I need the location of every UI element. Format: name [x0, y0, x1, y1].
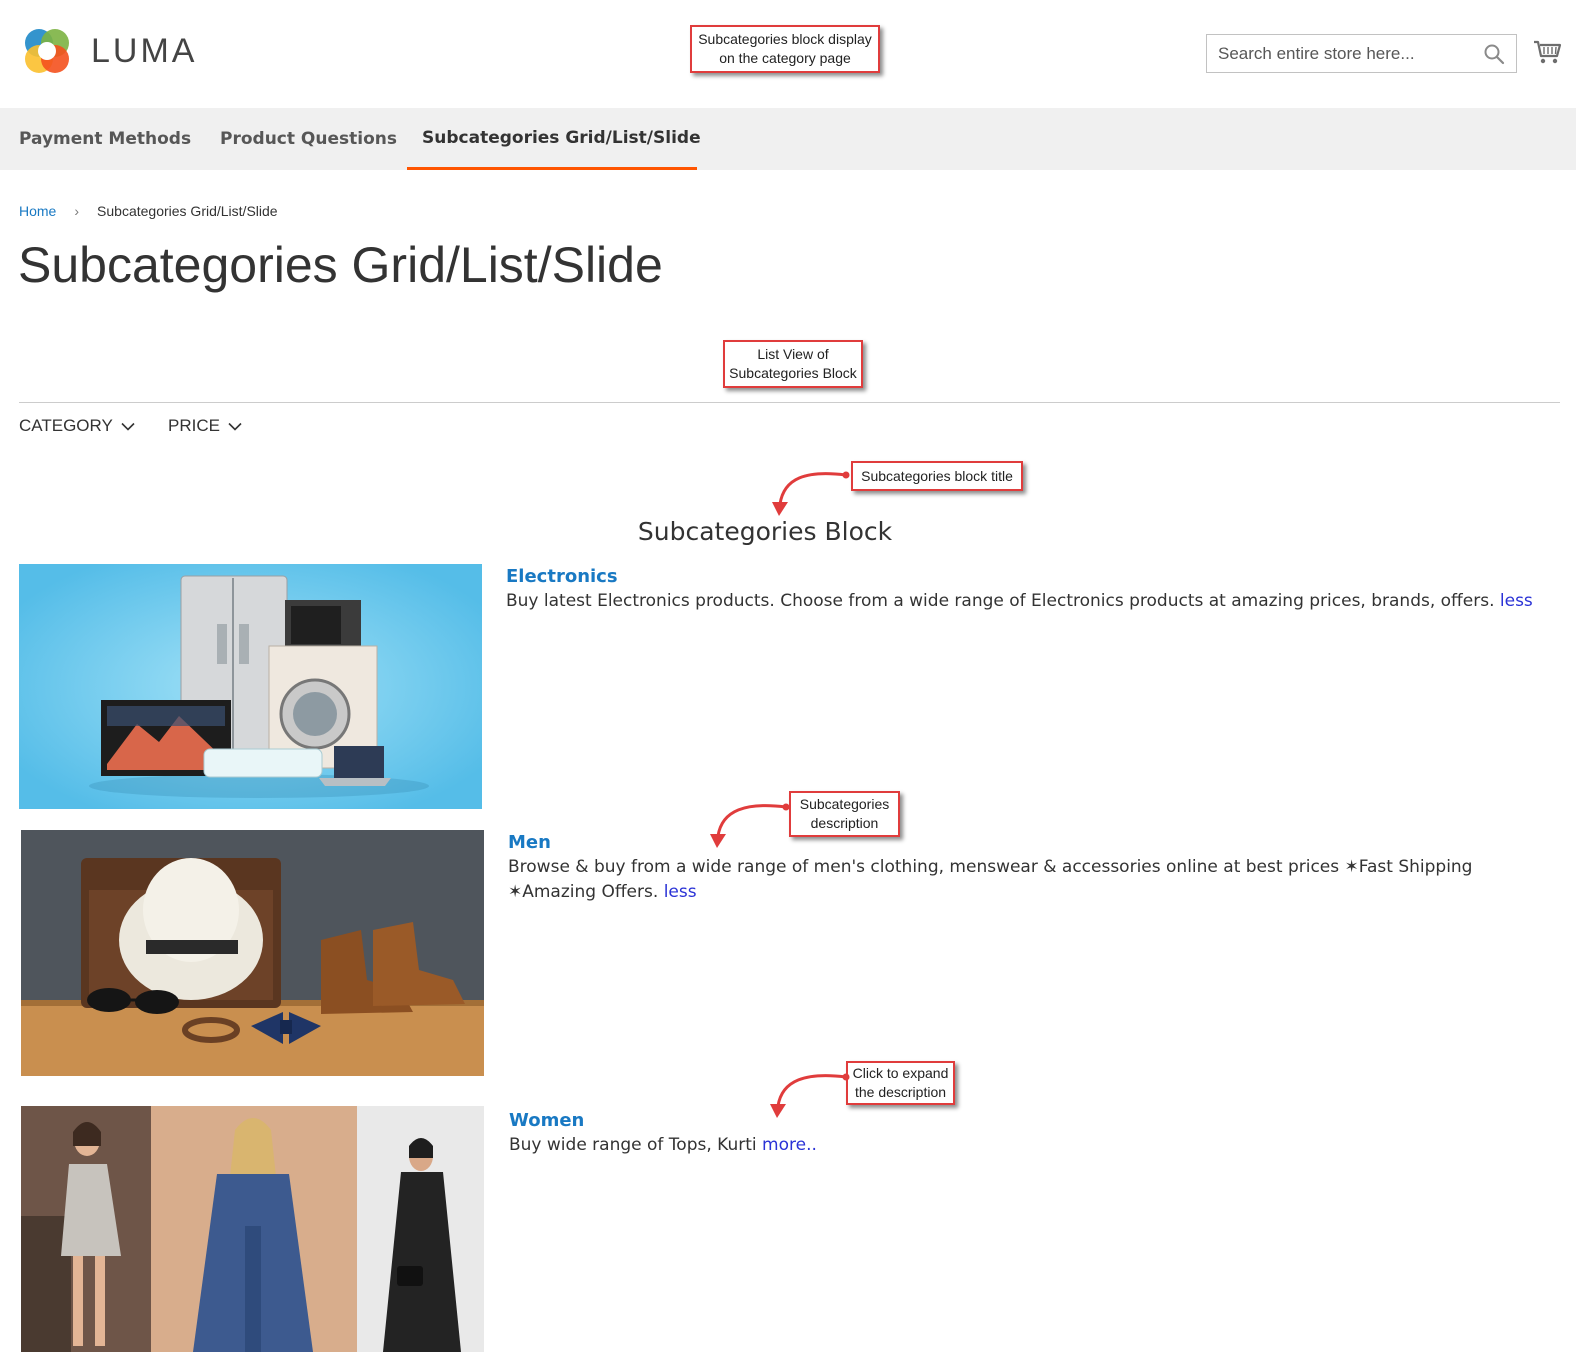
cart-icon[interactable]	[1532, 36, 1562, 66]
subcategory-description: Buy latest Electronics products. Choose …	[506, 589, 1536, 614]
subcategory-name-men[interactable]: Men	[508, 832, 551, 853]
nav-item-payment-methods[interactable]: Payment Methods	[19, 108, 191, 170]
chevron-down-icon	[228, 422, 242, 431]
annotation-list-line1: List View of	[757, 346, 829, 362]
description-toggle-link[interactable]: less	[664, 882, 697, 902]
chevron-down-icon	[121, 422, 135, 431]
annotation-list-view: List View of Subcategories Block	[723, 340, 863, 388]
subcategory-description-text: Buy latest Electronics products. Choose …	[506, 591, 1495, 611]
subcategory-description-text: Buy wide range of Tops, Kurti	[509, 1135, 757, 1155]
divider	[19, 402, 1560, 403]
women-illustration	[21, 1106, 484, 1352]
arrow-icon	[770, 1073, 850, 1118]
women-image[interactable]	[21, 1106, 484, 1352]
nav-item-product-questions[interactable]: Product Questions	[220, 108, 397, 170]
nav-item-label: Payment Methods	[19, 129, 192, 149]
subcategory-description: Buy wide range of Tops, Kurti more..	[509, 1133, 1539, 1158]
chevron-right-icon: ›	[74, 203, 80, 219]
filter-price[interactable]: PRICE	[168, 416, 242, 436]
men-image[interactable]	[21, 830, 484, 1076]
annotation-expand: Click to expand the description	[846, 1061, 955, 1105]
search-input[interactable]	[1207, 35, 1467, 72]
nav-item-label: Product Questions	[220, 129, 397, 149]
luma-logo[interactable]: LUMA	[19, 22, 209, 80]
annotation-description: Subcategories description	[789, 791, 900, 837]
annotation-desc-line1: Subcategories	[799, 796, 890, 812]
men-illustration	[21, 830, 484, 1076]
description-toggle-link[interactable]: less	[1500, 591, 1533, 611]
annotation-desc-line2: description	[810, 815, 879, 831]
luma-logo-icon	[25, 29, 69, 73]
annotation-list-line2: Subcategories Block	[729, 365, 857, 381]
breadcrumb: Home › Subcategories Grid/List/Slide	[19, 203, 278, 219]
subcategory-description: Browse & buy from a wide range of men's …	[508, 855, 1538, 905]
subcategories-block-title: Subcategories Block	[637, 517, 893, 546]
main-navigation: Payment Methods Product Questions Subcat…	[0, 108, 1576, 170]
annotation-expand-line2: the description	[854, 1084, 947, 1100]
search-icon[interactable]	[1483, 43, 1505, 65]
description-toggle-link[interactable]: more..	[762, 1135, 817, 1155]
annotation-top: Subcategories block display on the catego…	[690, 25, 880, 73]
search-box	[1206, 34, 1517, 73]
annotation-top-line1: Subcategories block display	[698, 31, 872, 47]
annotation-block-title: Subcategories block title	[851, 461, 1023, 491]
subcategory-description-text: Browse & buy from a wide range of men's …	[508, 857, 1473, 902]
nav-item-subcategories[interactable]: Subcategories Grid/List/Slide	[407, 108, 701, 170]
nav-item-label: Subcategories Grid/List/Slide	[422, 127, 701, 148]
annotation-title-text: Subcategories block title	[861, 467, 1013, 484]
arrow-icon	[710, 803, 790, 848]
breadcrumb-current: Subcategories Grid/List/Slide	[97, 203, 278, 219]
filter-category[interactable]: CATEGORY	[19, 416, 135, 436]
electronics-image[interactable]	[19, 564, 482, 809]
filter-label: PRICE	[168, 416, 220, 435]
breadcrumb-home-link[interactable]: Home	[19, 203, 56, 219]
arrow-icon	[772, 471, 850, 516]
annotation-top-line2: on the category page	[719, 50, 851, 66]
annotation-expand-line1: Click to expand	[852, 1065, 949, 1081]
filter-label: CATEGORY	[19, 416, 113, 435]
page-title: Subcategories Grid/List/Slide	[18, 237, 663, 293]
subcategory-name-women[interactable]: Women	[509, 1110, 584, 1131]
electronics-illustration	[19, 564, 482, 809]
subcategory-name-electronics[interactable]: Electronics	[506, 566, 618, 587]
logo-text: LUMA	[91, 31, 198, 70]
